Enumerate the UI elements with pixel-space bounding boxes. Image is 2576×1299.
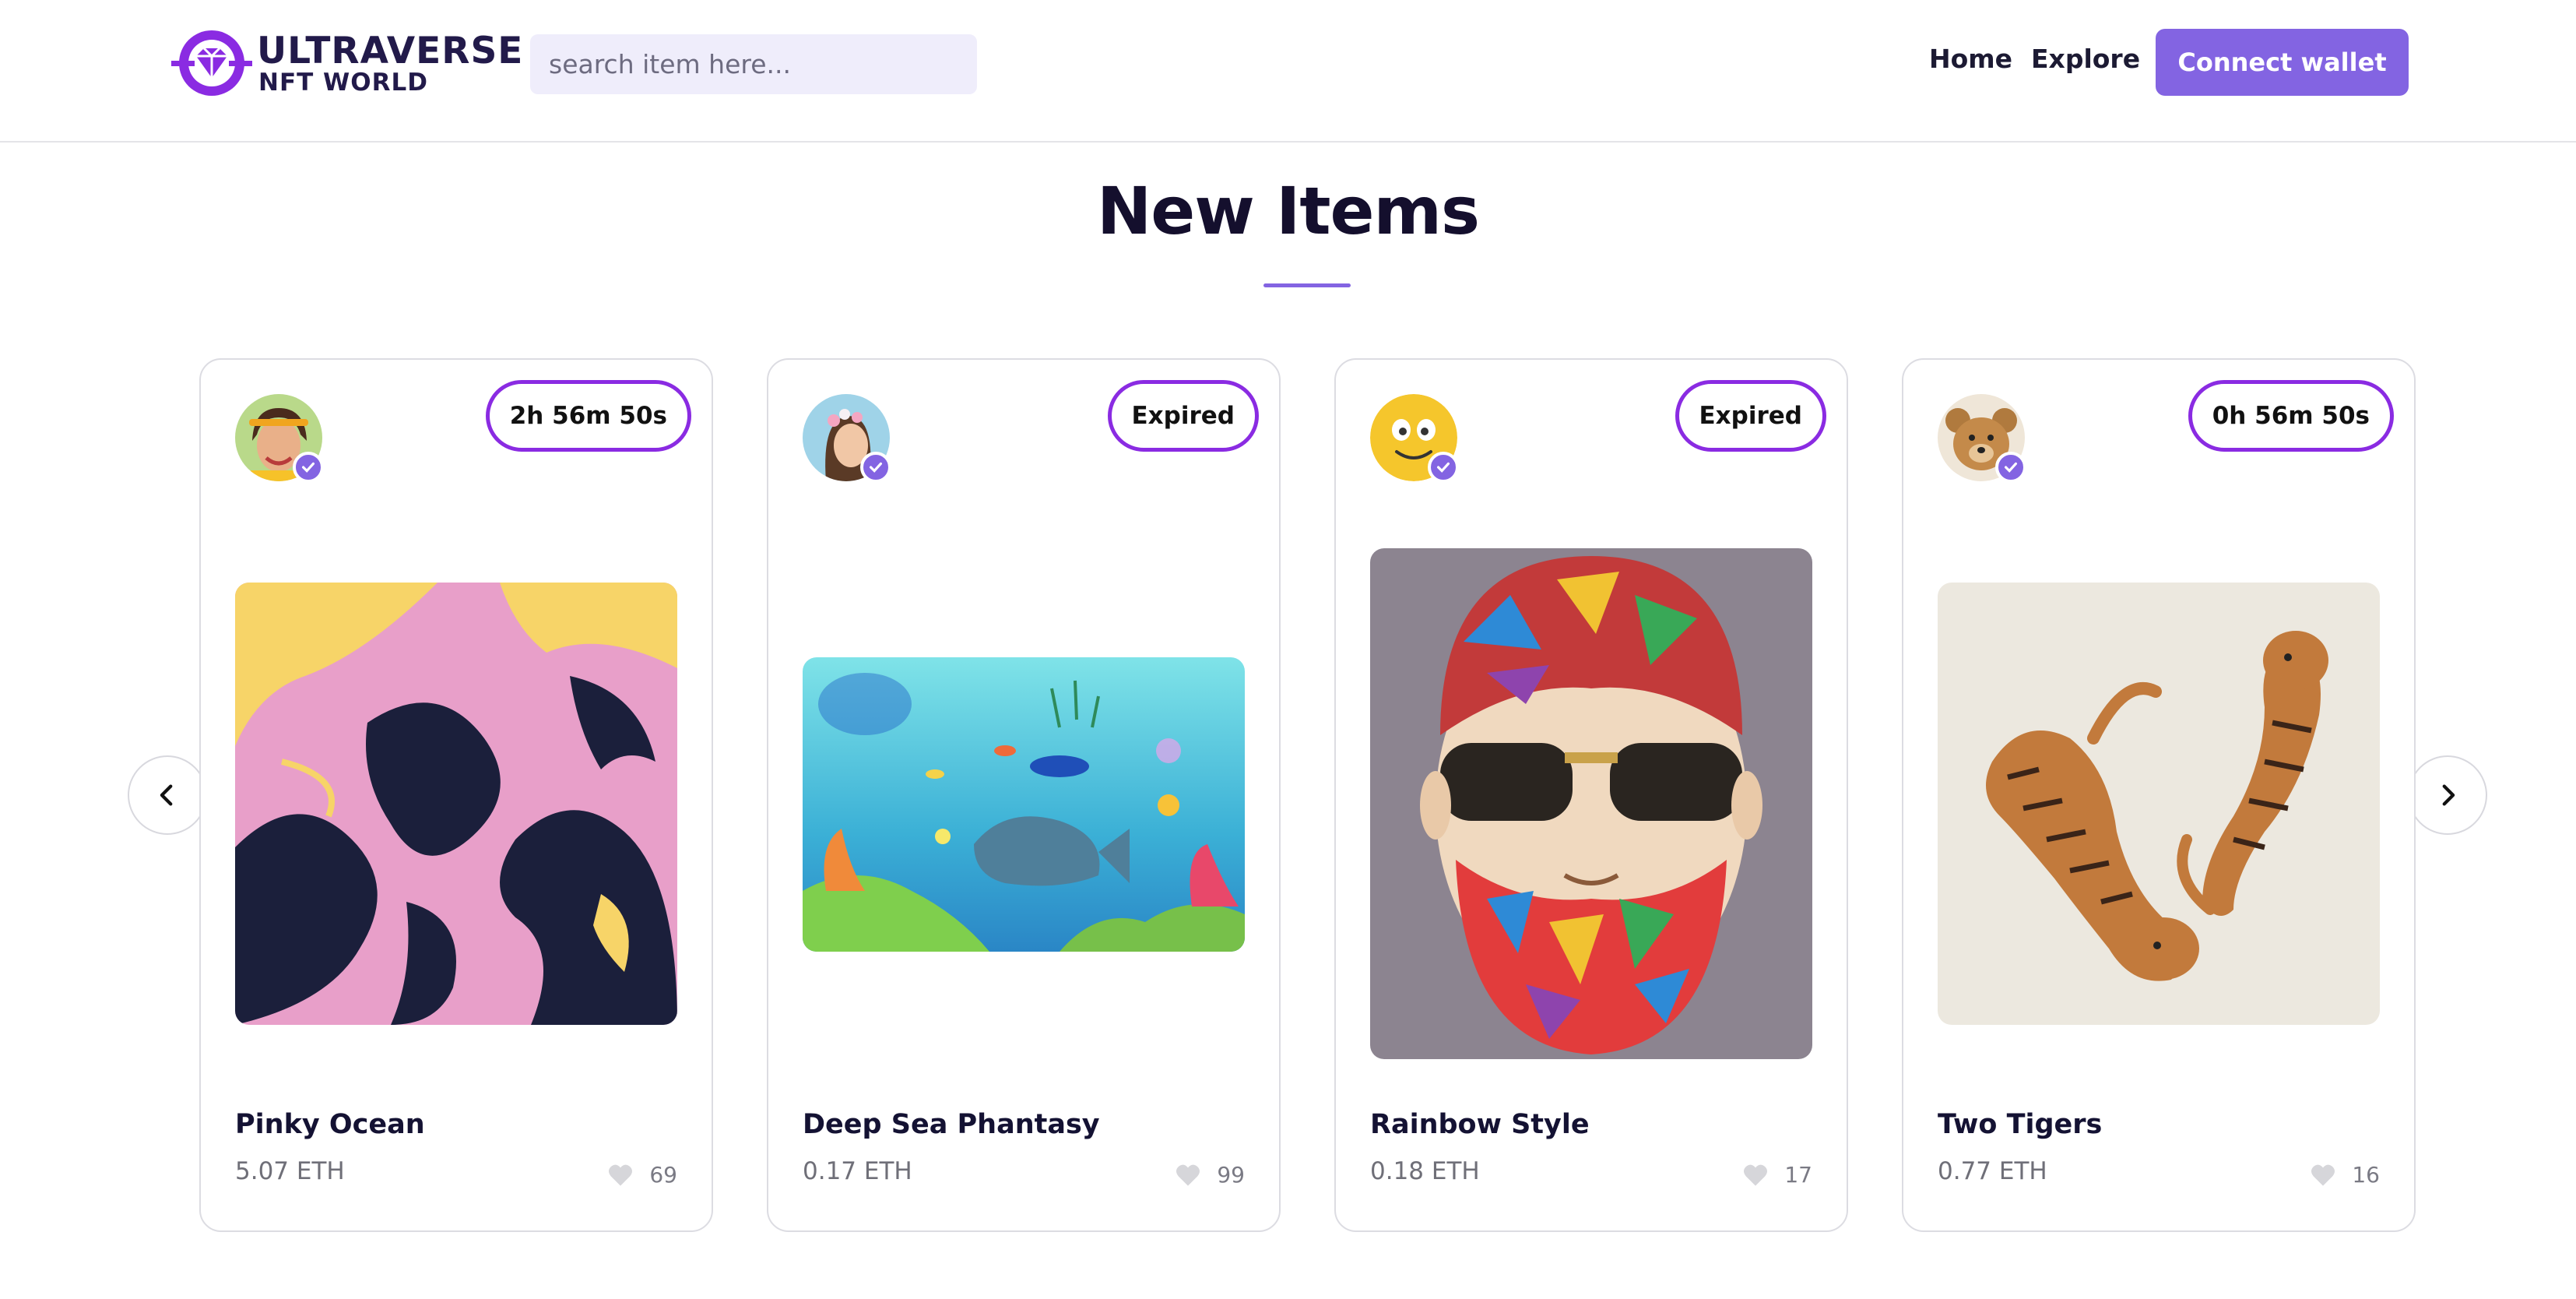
like-count: 16 — [2352, 1162, 2380, 1188]
nft-image[interactable] — [235, 583, 677, 1025]
title-underline — [1263, 283, 1351, 287]
artwork — [235, 583, 677, 1025]
artwork — [1938, 583, 2380, 1025]
heart-icon — [1744, 1164, 1768, 1186]
countdown-badge: Expired — [1107, 380, 1259, 452]
creator-avatar[interactable] — [1370, 394, 1459, 483]
verified-badge — [860, 452, 891, 483]
logo[interactable]: ULTRAVERSE NFT WORLD — [170, 26, 523, 100]
check-icon — [2004, 462, 2018, 473]
like-button[interactable]: 17 — [1742, 1162, 1812, 1188]
chevron-right-icon — [2442, 784, 2455, 806]
verified-badge — [1428, 452, 1459, 483]
heart-icon — [1176, 1164, 1200, 1186]
like-count: 69 — [649, 1162, 677, 1188]
countdown-badge: Expired — [1675, 380, 1826, 452]
countdown-badge: 2h 56m 50s — [485, 380, 691, 452]
heart-icon — [609, 1164, 633, 1186]
artwork — [1370, 548, 1812, 1059]
nav-home[interactable]: Home — [1929, 44, 2012, 74]
nft-image[interactable] — [1938, 583, 2380, 1025]
creator-avatar[interactable] — [235, 394, 324, 483]
item-card-rainbow-style[interactable]: Expired Rainbow Style 0.18 ETH 17 — [1334, 358, 1848, 1232]
like-button[interactable]: 69 — [607, 1162, 677, 1188]
chevron-left-icon — [160, 784, 173, 806]
header: ULTRAVERSE NFT WORLD Home Explore Connec… — [0, 0, 2576, 143]
logo-subtitle: NFT WORLD — [258, 69, 428, 97]
item-price: 0.17 ETH — [803, 1157, 912, 1185]
countdown-badge: 0h 56m 50s — [2188, 380, 2394, 452]
creator-avatar[interactable] — [803, 394, 891, 483]
item-card-deep-sea-phantasy[interactable]: Expired Deep Sea Phantasy 0.17 ETH 99 — [767, 358, 1281, 1232]
item-name[interactable]: Pinky Ocean — [235, 1109, 425, 1140]
logo-title: ULTRAVERSE — [257, 30, 524, 72]
nft-image[interactable] — [1370, 548, 1812, 1059]
carousel-next-button[interactable] — [2408, 755, 2487, 835]
check-icon — [301, 462, 315, 473]
connect-wallet-button[interactable]: Connect wallet — [2156, 29, 2409, 96]
like-button[interactable]: 16 — [2310, 1162, 2380, 1188]
nav-explore[interactable]: Explore — [2031, 44, 2140, 74]
item-price: 0.77 ETH — [1938, 1157, 2047, 1185]
verified-badge — [1995, 452, 2026, 483]
item-name[interactable]: Two Tigers — [1938, 1109, 2102, 1140]
logo-icon — [171, 30, 252, 96]
check-icon — [1436, 462, 1450, 473]
search-input[interactable] — [530, 34, 977, 94]
artwork — [803, 657, 1245, 952]
like-count: 17 — [1784, 1162, 1812, 1188]
creator-avatar[interactable] — [1938, 394, 2026, 483]
item-price: 0.18 ETH — [1370, 1157, 1480, 1185]
item-name[interactable]: Rainbow Style — [1370, 1109, 1590, 1140]
section-title: New Items — [1096, 173, 1480, 249]
item-price: 5.07 ETH — [235, 1157, 345, 1185]
check-icon — [869, 462, 883, 473]
verified-badge — [293, 452, 324, 483]
nft-image[interactable] — [803, 657, 1245, 952]
like-count: 99 — [1217, 1162, 1245, 1188]
item-name[interactable]: Deep Sea Phantasy — [803, 1109, 1100, 1140]
carousel-prev-button[interactable] — [128, 755, 207, 835]
item-card-two-tigers[interactable]: 0h 56m 50s Two Tigers 0.77 ETH 16 — [1902, 358, 2416, 1232]
like-button[interactable]: 99 — [1175, 1162, 1245, 1188]
item-card-pinky-ocean[interactable]: 2h 56m 50s Pinky Ocean 5.07 ETH 69 — [199, 358, 713, 1232]
heart-icon — [2311, 1164, 2335, 1186]
